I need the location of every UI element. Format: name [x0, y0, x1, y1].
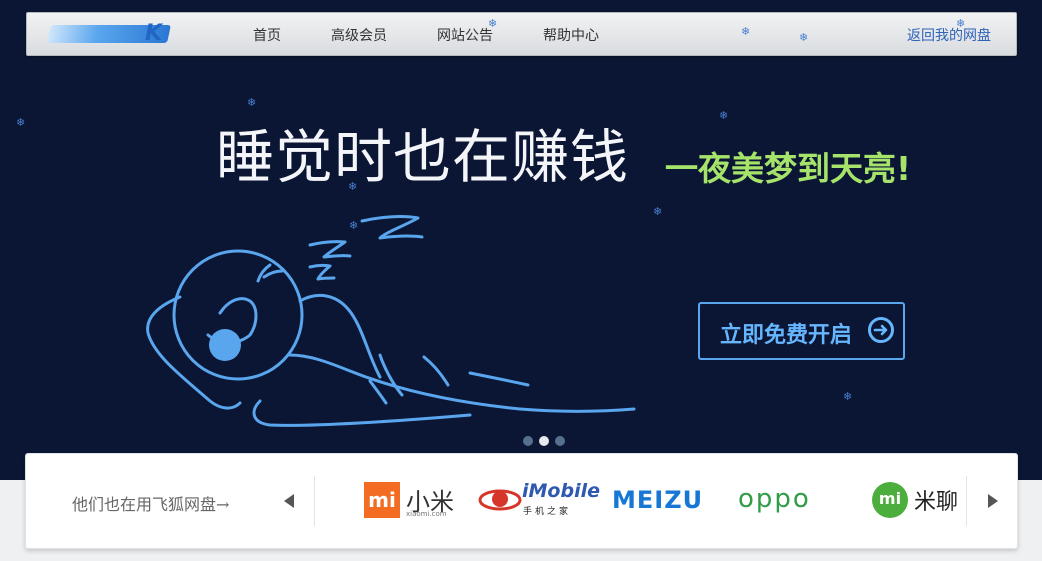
- sleeping-person-illustration: [146, 215, 636, 427]
- divider: [966, 476, 967, 526]
- nav-vip-member[interactable]: 高级会员: [331, 25, 387, 45]
- snowflake-icon: ❄: [741, 25, 751, 38]
- partner-logos-panel: 他们也在用飞狐网盘→ mi 小米 xiaomi.com iMobile 手机之家…: [25, 453, 1018, 549]
- start-free-label: 立即免费开启: [720, 323, 853, 348]
- carousel-dot[interactable]: [555, 436, 565, 446]
- imobile-globe-icon: [478, 489, 522, 511]
- divider: [314, 476, 315, 526]
- imobile-tagline: 手机之家: [523, 507, 572, 517]
- snowflake-icon: ❄: [799, 31, 809, 44]
- snowflake-icon: ❄: [653, 205, 663, 218]
- top-navbar: K 首页 高级会员 网站公告 帮助中心 返回我的网盘: [26, 12, 1017, 56]
- return-to-drive-link[interactable]: 返回我的网盘: [907, 25, 991, 45]
- snowflake-icon: ❄: [247, 96, 257, 109]
- nav-announcements[interactable]: 网站公告: [437, 25, 493, 45]
- carousel-dot[interactable]: [523, 436, 533, 446]
- snowflake-icon: ❄: [843, 390, 853, 403]
- nav-help-center[interactable]: 帮助中心: [543, 25, 599, 45]
- carousel-dot-active[interactable]: [539, 436, 549, 446]
- logo-mark: K: [145, 21, 163, 46]
- partners-label: 他们也在用飞狐网盘→: [72, 495, 230, 514]
- xiaomi-logo-icon: mi: [364, 482, 400, 518]
- hero-banner: K 首页 高级会员 网站公告 帮助中心 返回我的网盘 ❄ ❄ ❄ ❄ ❄ ❄ ❄…: [0, 0, 1042, 480]
- oppo-name: oppo: [738, 484, 811, 514]
- xiaomi-domain: xiaomi.com: [406, 510, 447, 518]
- nav-home[interactable]: 首页: [253, 25, 281, 45]
- carousel-prev-icon[interactable]: [284, 494, 294, 508]
- carousel-next-icon[interactable]: [988, 494, 998, 508]
- snowflake-icon: ❄: [719, 109, 729, 122]
- hero-subheadline: 一夜美梦到天亮!: [665, 149, 912, 188]
- arrow-right-circle-icon: [868, 317, 894, 343]
- snowflake-icon: ❄: [16, 116, 26, 129]
- carousel-indicators: [523, 431, 571, 450]
- miliao-logo-icon: mi: [872, 482, 908, 518]
- miliao-name: 米聊: [914, 490, 959, 515]
- hero-headline: 睡觉时也在赚钱: [216, 123, 630, 191]
- meizu-name: MEIZU: [612, 486, 704, 514]
- snowflake-icon: ❄: [956, 17, 966, 30]
- start-free-button[interactable]: 立即免费开启: [698, 302, 905, 360]
- imobile-name: iMobile: [522, 480, 600, 502]
- snowflake-icon: ❄: [488, 17, 498, 30]
